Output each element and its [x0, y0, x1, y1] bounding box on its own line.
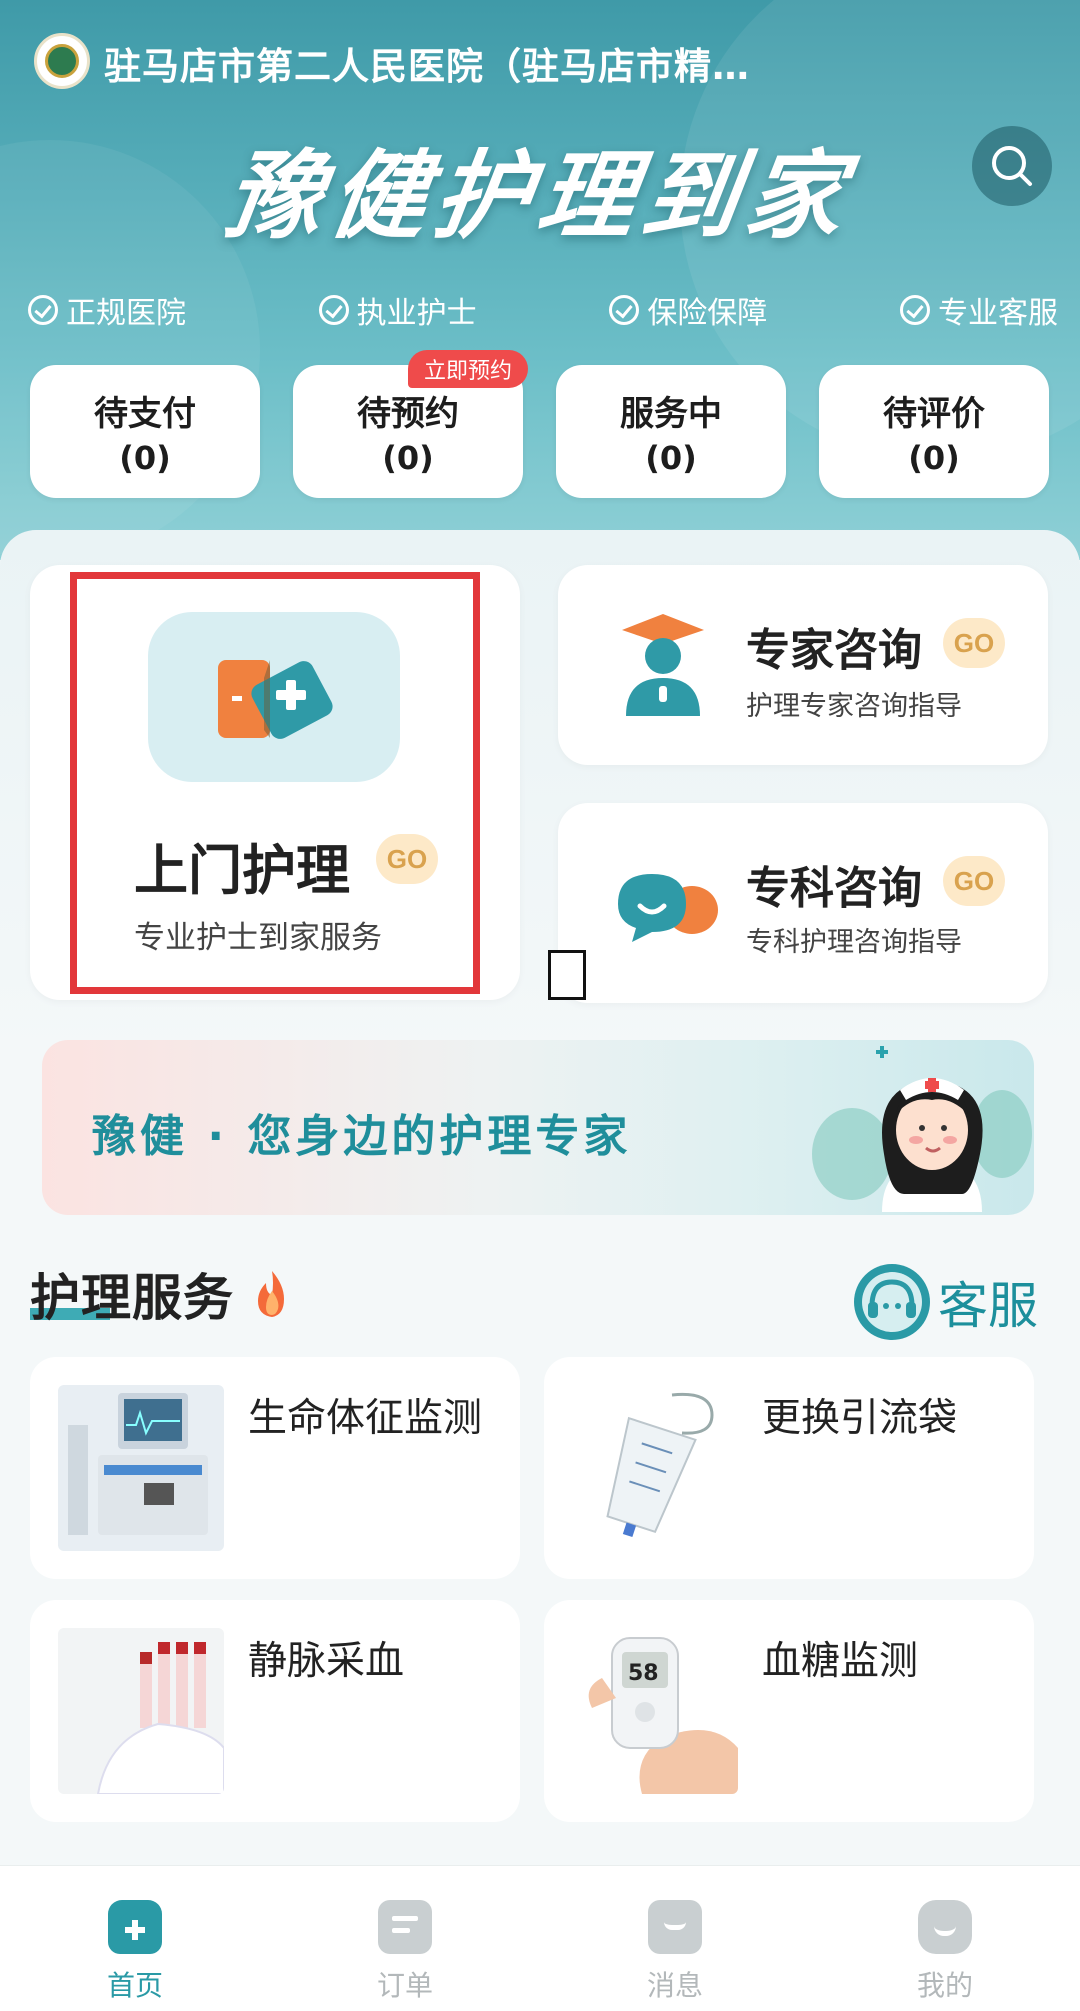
book-now-badge[interactable]: 立即预约 [408, 350, 529, 388]
service-card-vital-signs[interactable]: 生命体征监测 [30, 1357, 520, 1579]
status-pending-payment[interactable]: 待支付 (0) [30, 365, 260, 498]
banner-text: 豫健 · 您身边的护理专家 [92, 1111, 632, 1162]
tab-home[interactable]: 首页 [0, 1866, 270, 2011]
home-care-subtitle: 专业护士到家服务 [134, 920, 382, 956]
fire-icon [258, 1271, 285, 1317]
bottom-tab-bar: 首页 订单 消息 我的 [0, 1865, 1080, 2011]
expert-consult-subtitle: 护理专家咨询指导 [746, 691, 962, 722]
chat-bubble-icon [618, 874, 718, 942]
tab-label: 消息 [646, 1969, 703, 2002]
status-pending-review[interactable]: 待评价 (0) [819, 365, 1049, 498]
status-count: (0) [382, 439, 434, 477]
assurance-label: 正规医院 [66, 296, 186, 331]
specialty-consult-subtitle: 专科护理咨询指导 [746, 927, 962, 958]
assurance-item: 正规医院 [28, 288, 186, 332]
assurance-item: 专业客服 [899, 288, 1058, 332]
assurance-label: 专业客服 [937, 296, 1058, 331]
assurance-item: 执业护士 [318, 288, 477, 332]
home-care-title: 上门护理 [134, 839, 350, 902]
blood-draw-image [58, 1628, 224, 1794]
status-count: (0) [908, 439, 960, 477]
tab-label: 订单 [376, 1969, 433, 2002]
promo-banner[interactable]: 豫健 · 您身边的护理专家 [42, 1040, 1034, 1215]
assurance-item: 保险保障 [609, 288, 767, 332]
home-care-go-badge[interactable]: GO [376, 834, 438, 884]
doctor-avatar-icon [622, 614, 704, 716]
expert-consult-go-badge[interactable]: GO [943, 618, 1005, 668]
headset-icon [854, 1264, 930, 1340]
tab-label: 首页 [106, 1969, 163, 2002]
profile-icon [918, 1900, 972, 1954]
service-name: 静脉采血 [248, 1639, 405, 1684]
order-list-icon [378, 1900, 432, 1954]
assurance-label: 保险保障 [647, 296, 768, 331]
nurse-illustration [812, 1046, 1032, 1212]
message-icon [648, 1900, 702, 1954]
home-icon [108, 1900, 162, 1954]
specialty-consult-title: 专科咨询 [746, 863, 922, 914]
assurance-row: 正规医院 执业护士 保险保障 专业客服 [28, 288, 1058, 332]
service-card-blood-draw[interactable]: 静脉采血 [30, 1600, 520, 1822]
check-circle-icon [28, 295, 58, 325]
service-name: 血糖监测 [762, 1639, 919, 1684]
customer-service-button[interactable]: 客服 [852, 1262, 1038, 1342]
check-circle-icon [609, 295, 640, 325]
glucose-meter-image: 58 [572, 1628, 738, 1794]
hospital-name[interactable]: 驻马店市第二人民医院（驻马店市精… [104, 36, 824, 90]
service-name: 更换引流袋 [762, 1396, 958, 1441]
service-card-glucose[interactable]: 58 血糖监测 [544, 1600, 1034, 1822]
check-circle-icon [899, 295, 930, 325]
status-in-service[interactable]: 服务中 (0) [556, 365, 786, 498]
hospital-logo [34, 33, 90, 89]
search-icon [992, 146, 1032, 186]
specialty-consult-go-badge[interactable]: GO [943, 856, 1005, 906]
status-count: (0) [645, 439, 697, 477]
status-label: 服务中 [620, 394, 722, 434]
slogan-title: 豫健护理到家 [218, 139, 859, 252]
drainage-bag-image [572, 1385, 738, 1551]
tab-label: 我的 [916, 1969, 973, 2002]
expert-consult-title: 专家咨询 [746, 625, 922, 676]
tab-messages[interactable]: 消息 [540, 1866, 810, 2011]
assurance-label: 执业护士 [356, 296, 477, 331]
service-card-drainage-bag[interactable]: 更换引流袋 [544, 1357, 1034, 1579]
tab-profile[interactable]: 我的 [810, 1866, 1080, 2011]
overlay-checkbox[interactable] [548, 950, 586, 1000]
check-circle-icon [318, 295, 349, 325]
service-name: 生命体征监测 [248, 1396, 483, 1441]
status-count: (0) [119, 439, 171, 477]
nursing-services-title: 护理服务 [30, 1258, 292, 1330]
customer-service-label: 客服 [938, 1277, 1038, 1335]
search-button[interactable] [972, 126, 1052, 206]
status-label: 待评价 [883, 394, 985, 434]
vital-signs-monitor-image [58, 1385, 224, 1551]
status-label: 待预约 [357, 394, 459, 434]
order-status-row: 待支付 (0) 待预约 (0) 服务中 (0) 待评价 (0) [30, 365, 1050, 498]
medical-kit-icon [218, 660, 333, 739]
status-label: 待支付 [94, 394, 196, 434]
tab-orders[interactable]: 订单 [270, 1866, 540, 2011]
svg-text:58: 58 [628, 1661, 659, 1686]
